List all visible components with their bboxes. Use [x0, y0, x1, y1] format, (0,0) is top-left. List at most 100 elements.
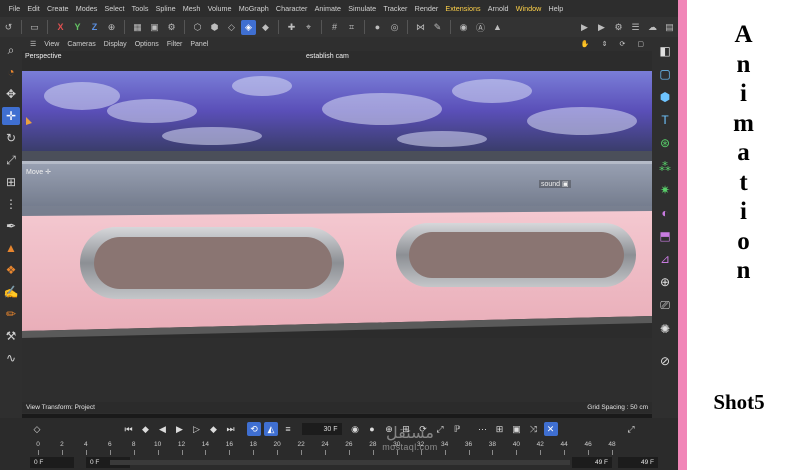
- previous-key-icon[interactable]: ◆: [139, 422, 153, 436]
- menu-item-select[interactable]: Select: [101, 4, 128, 13]
- uv-mode-icon[interactable]: ◆: [258, 20, 273, 35]
- knife-icon[interactable]: ⚒: [2, 327, 20, 345]
- viewport-menu-view[interactable]: View: [40, 41, 63, 48]
- paint-brush-icon[interactable]: ✏: [2, 305, 20, 323]
- fps-icon[interactable]: ≡: [281, 422, 295, 436]
- axis-mode-icon[interactable]: ⌖: [301, 20, 316, 35]
- snap-tool-icon[interactable]: ⋮: [2, 195, 20, 213]
- polygons-mode-icon[interactable]: ◇: [224, 20, 239, 35]
- menu-item-character[interactable]: Character: [272, 4, 311, 13]
- teams-render-icon[interactable]: ☁: [645, 20, 660, 35]
- axis-z-toggle[interactable]: Z: [87, 20, 102, 35]
- end-frame-field[interactable]: 49 F: [618, 457, 658, 468]
- undo-icon[interactable]: ↺: [1, 20, 16, 35]
- menu-item-extensions[interactable]: Extensions: [442, 4, 484, 13]
- go-to-end-icon[interactable]: ⏭: [224, 422, 238, 436]
- menu-item-tracker[interactable]: Tracker: [380, 4, 411, 13]
- paint-icon[interactable]: ✎: [430, 20, 445, 35]
- point-level-icon[interactable]: ⋯: [476, 422, 490, 436]
- arnold-render-icon[interactable]: ▲: [490, 20, 505, 35]
- menu-item-file[interactable]: File: [5, 4, 24, 13]
- render-view-icon[interactable]: ▣: [147, 20, 162, 35]
- environment-icon[interactable]: ⊕: [656, 273, 674, 291]
- arnold-icon[interactable]: Ⓐ: [473, 20, 488, 35]
- effector-icon[interactable]: ⊿: [656, 250, 674, 268]
- brush-icon[interactable]: ✍: [2, 283, 20, 301]
- viewport-menu-filter[interactable]: Filter: [163, 41, 187, 48]
- symmetry-icon[interactable]: ⋈: [413, 20, 428, 35]
- menu-item-window[interactable]: Window: [512, 4, 545, 13]
- camera-icon[interactable]: ⎚: [656, 297, 674, 315]
- lock-icon[interactable]: ●: [370, 20, 385, 35]
- render-queue-icon[interactable]: ☰: [628, 20, 643, 35]
- go-to-start-icon[interactable]: ⏮: [122, 422, 136, 436]
- play-icon[interactable]: ▶: [173, 422, 187, 436]
- cube-outline-icon[interactable]: ▢: [656, 65, 674, 83]
- timeline-expand-icon[interactable]: ⤢: [624, 422, 638, 436]
- edges-mode-icon[interactable]: ⬢: [207, 20, 222, 35]
- camera-name[interactable]: establish cam: [306, 53, 349, 60]
- mograph-cloner-icon[interactable]: ⁂: [656, 158, 674, 176]
- menu-item-edit[interactable]: Edit: [24, 4, 44, 13]
- null-object-icon[interactable]: ◧: [656, 42, 674, 60]
- menu-item-tools[interactable]: Tools: [128, 4, 152, 13]
- render-active-view-icon[interactable]: ▶: [577, 20, 592, 35]
- viewport[interactable]: Perspective establish cam Move ✛ sound ▣: [22, 51, 652, 414]
- edit-render-settings-icon[interactable]: ⚙: [611, 20, 626, 35]
- menu-item-simulate[interactable]: Simulate: [345, 4, 380, 13]
- keyframe-icon[interactable]: ◇: [30, 422, 44, 436]
- object-label[interactable]: sound ▣: [539, 180, 571, 188]
- movie-icon[interactable]: ▣: [510, 422, 524, 436]
- axis-y-toggle[interactable]: Y: [70, 20, 85, 35]
- orbit-icon[interactable]: ⟳: [616, 40, 630, 48]
- current-frame-field[interactable]: 30 F: [301, 423, 342, 435]
- solo-icon[interactable]: ◎: [387, 20, 402, 35]
- menu-item-arnold[interactable]: Arnold: [484, 4, 512, 13]
- axis-x-toggle[interactable]: X: [53, 20, 68, 35]
- render-region-icon[interactable]: ▦: [130, 20, 145, 35]
- fcurve-icon[interactable]: ⤨: [527, 422, 541, 436]
- grid-key-icon[interactable]: ⊞: [493, 422, 507, 436]
- pan-icon[interactable]: ✋: [577, 40, 594, 48]
- coordinate-system-icon[interactable]: ⊕: [104, 20, 119, 35]
- key-mode-icon[interactable]: ◭: [264, 422, 278, 436]
- viewport-menu-panel[interactable]: Panel: [186, 41, 212, 48]
- menu-item-render[interactable]: Render: [411, 4, 442, 13]
- start-frame-field[interactable]: 0 F: [30, 457, 74, 468]
- sculpt-icon[interactable]: ❖: [2, 261, 20, 279]
- search-icon[interactable]: ⌕: [2, 41, 20, 59]
- generator-icon[interactable]: ⊛: [656, 134, 674, 152]
- zoom-icon[interactable]: ⇕: [598, 40, 612, 48]
- selection-options-icon[interactable]: ✥: [2, 85, 20, 103]
- workplane-icon[interactable]: ⌗: [344, 20, 359, 35]
- viewport-menu-icon[interactable]: ☰: [26, 40, 40, 48]
- render-to-picture-viewer-icon[interactable]: ▶: [594, 20, 609, 35]
- viewport-menu-options[interactable]: Options: [131, 41, 163, 48]
- viewport-menu-display[interactable]: Display: [100, 41, 131, 48]
- text-icon[interactable]: T: [656, 111, 674, 129]
- snapping-icon[interactable]: #: [327, 20, 342, 35]
- cube-icon[interactable]: ⬢: [656, 88, 674, 106]
- next-frame-icon[interactable]: ▷: [190, 422, 204, 436]
- points-mode-icon[interactable]: ⬡: [190, 20, 205, 35]
- scale-tool-icon[interactable]: ⤢: [2, 151, 20, 169]
- maximize-icon[interactable]: ▢: [633, 40, 648, 48]
- soft-selection-icon[interactable]: ✚: [284, 20, 299, 35]
- magnet-icon[interactable]: ∿: [2, 349, 20, 367]
- max-frame-field[interactable]: 49 F: [572, 457, 612, 468]
- previous-frame-icon[interactable]: ◀: [156, 422, 170, 436]
- menu-item-volume[interactable]: Volume: [204, 4, 235, 13]
- menu-item-modes[interactable]: Modes: [72, 4, 101, 13]
- live-selection-icon[interactable]: ◔: [2, 63, 20, 81]
- menu-item-create[interactable]: Create: [43, 4, 72, 13]
- menu-item-mograph[interactable]: MoGraph: [235, 4, 272, 13]
- timeline-ruler[interactable]: 0 2 4 6 8 10 12 14 16 18 20 22 24 26 28 30 32 34 36 38 40 42 4…: [30, 441, 620, 456]
- menu-item-mesh[interactable]: Mesh: [179, 4, 204, 13]
- field-icon[interactable]: ◐: [656, 204, 674, 222]
- next-key-icon[interactable]: ◆: [207, 422, 221, 436]
- transform-tool-icon[interactable]: ⊞: [2, 173, 20, 191]
- menu-item-animate[interactable]: Animate: [311, 4, 345, 13]
- light-icon[interactable]: ✺: [656, 320, 674, 338]
- loop-icon[interactable]: ⟲: [247, 422, 261, 436]
- render-settings-icon[interactable]: ⚙: [164, 20, 179, 35]
